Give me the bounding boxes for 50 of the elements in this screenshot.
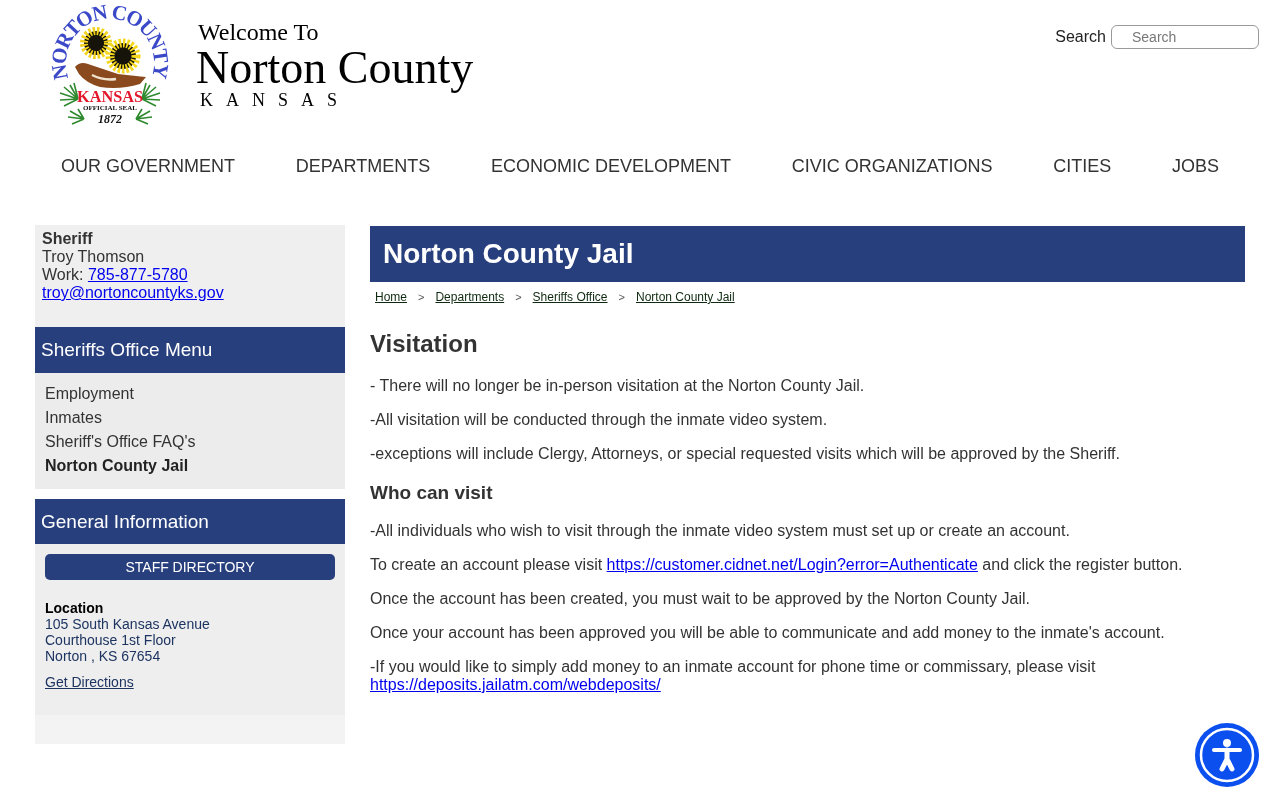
paragraph: -All visitation will be conducted through the inmate video system. [370, 411, 828, 429]
welcome-text: Welcome To [198, 18, 319, 46]
contact-role: Sheriff [42, 230, 93, 248]
nav-link[interactable]: CITIES [1053, 155, 1112, 177]
nav-link[interactable]: OUR GOVERNMENT [61, 155, 235, 177]
section-subheading: Who can visit [370, 482, 493, 504]
paragraph: To create an account please visit https://customer.cidnet.net/Login?error=Authenticate and click the register button. [370, 556, 1183, 574]
directions-link[interactable]: Get Directions [45, 674, 134, 690]
sidebar-menu-item[interactable]: Inmates [45, 406, 102, 430]
page-title: Norton County Jail [383, 238, 634, 270]
breadcrumb-link[interactable]: Norton County Jail [635, 290, 735, 304]
seal-banner-text: KANSAS [77, 88, 142, 105]
email-link[interactable]: troy@nortoncountyks.gov [42, 284, 224, 302]
nav-link[interactable]: DEPARTMENTS [295, 155, 431, 177]
accessibility-icon [1199, 727, 1255, 783]
menu-title: Sheriffs Office Menu [41, 339, 213, 361]
paragraph: -If you would like to simply add money to an inmate account for phone time or commissary, please visit https://deposits.jailatm.com/webdeposits/ [370, 658, 1097, 694]
sidebar-menu-item[interactable]: Employment [45, 382, 134, 406]
nav-link[interactable]: JOBS [1171, 155, 1219, 177]
staff-directory-button[interactable]: STAFF DIRECTORY [45, 554, 335, 580]
nav-link[interactable]: ECONOMIC DEVELOPMENT [490, 155, 731, 177]
site-subtitle: KANSAS [200, 91, 351, 109]
paragraph: -All individuals who wish to visit through the inmate video system must set up or create an account. [370, 522, 1070, 540]
address-line: 105 South Kansas Avenue [45, 616, 210, 632]
search-field[interactable]: Search [1111, 25, 1259, 49]
text-link[interactable]: https://deposits.jailatm.com/webdeposits/ [370, 676, 661, 693]
breadcrumb-link[interactable]: Home [375, 290, 407, 304]
breadcrumb-separator: > [618, 290, 625, 304]
text-link[interactable]: https://customer.cidnet.net/Login?error=Authenticate [606, 556, 978, 573]
location-label: Location [45, 600, 104, 616]
breadcrumb-link[interactable]: Sheriffs Office [532, 290, 608, 304]
paragraph: -exceptions will include Clergy, Attorneys, or special requested visits which will be approved by the Sheriff. [370, 445, 1120, 463]
sidebar-menu-item[interactable]: Norton County Jail [45, 454, 189, 478]
paragraph: Once your account has been approved you will be able to communicate and add money to the inmate's account. [370, 624, 1165, 642]
section-heading: Visitation [370, 330, 478, 358]
paragraph: - There will no longer be in-person visitation at the Norton County Jail. [370, 377, 865, 395]
search-label: Search [1055, 27, 1106, 47]
breadcrumb-separator: > [418, 290, 425, 304]
address-line: Norton , KS 67654 [45, 648, 161, 664]
breadcrumb-link[interactable]: Departments [435, 290, 505, 304]
breadcrumb-separator: > [515, 290, 522, 304]
general-info-title: General Information [41, 510, 209, 533]
paragraph: Once the account has been created, you must wait to be approved by the Norton County Jail. [370, 590, 1030, 608]
phone-link[interactable]: 785-877-5780 [87, 266, 188, 283]
sidebar-menu-item[interactable]: Sheriff's Office FAQ's [45, 430, 196, 454]
nav-link[interactable]: CIVIC ORGANIZATIONS [791, 155, 993, 177]
address-line: Courthouse 1st Floor [45, 632, 176, 648]
contact-name: Troy Thomson [42, 248, 145, 266]
seal-year-text: 1872 [98, 112, 122, 126]
contact-phone-line: Work: 785-877-5780 [42, 266, 188, 284]
